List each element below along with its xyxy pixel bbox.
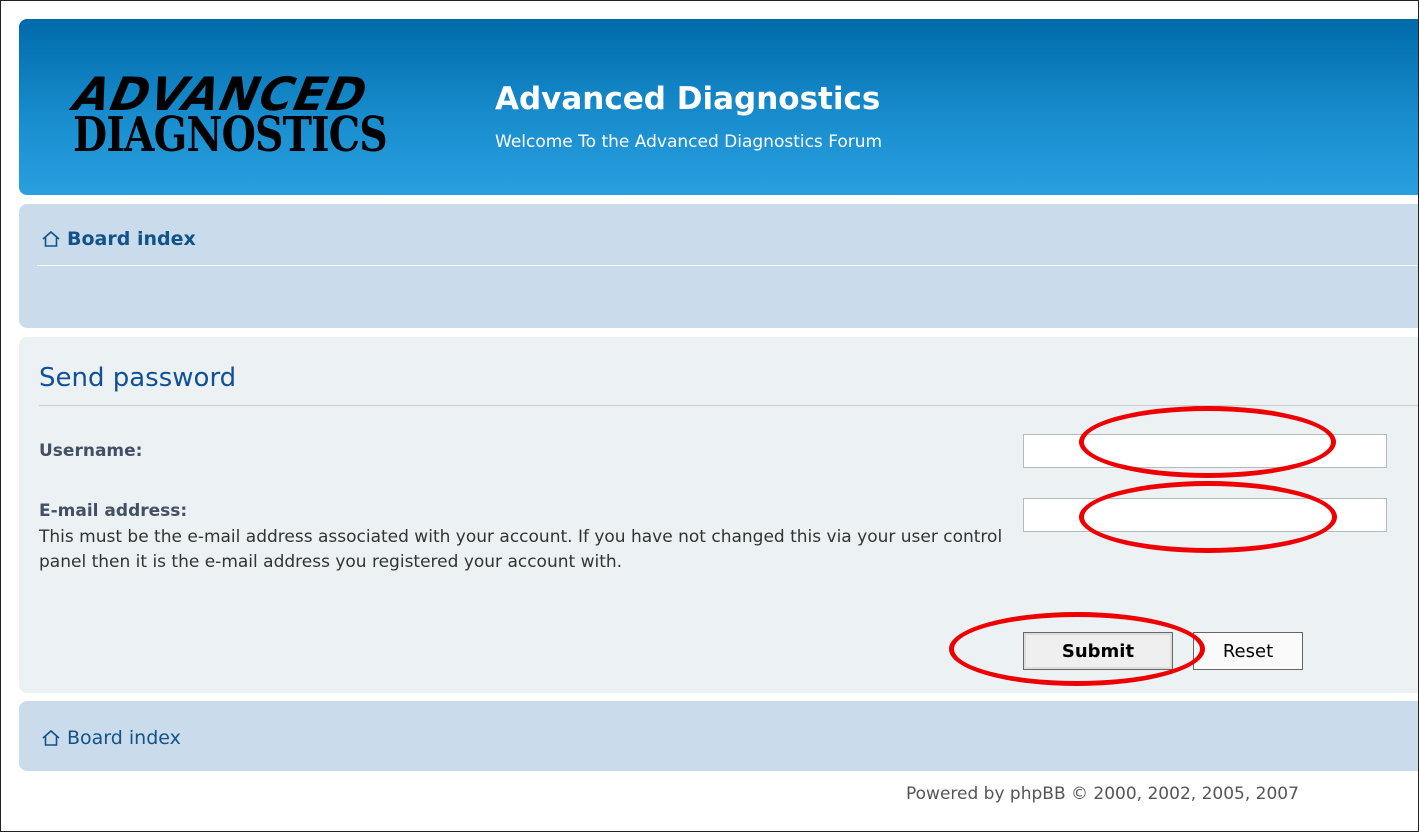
site-description: Welcome To the Advanced Diagnostics Foru… [495, 132, 883, 152]
annotation-ellipse-submit [949, 612, 1205, 686]
site-title: Advanced Diagnostics [495, 81, 881, 117]
breadcrumb-board-index[interactable]: Board index [67, 228, 196, 250]
breadcrumb[interactable]: Board index [41, 228, 196, 250]
username-label: Username: [39, 441, 143, 461]
form-heading: Send password [39, 363, 237, 393]
email-explain: This must be the e-mail address associat… [39, 527, 1003, 572]
reset-button[interactable]: Reset [1193, 632, 1303, 670]
site-header: ADVANCED DIAGNOSTICS Advanced Diagnostic… [19, 19, 1418, 195]
page-frame: ADVANCED DIAGNOSTICS Advanced Diagnostic… [0, 0, 1419, 832]
logo-text-bottom: DIAGNOSTICS [73, 107, 388, 163]
navbar: Board index [19, 204, 1418, 328]
footer-navbar: Board index [19, 701, 1418, 771]
navbar-divider [37, 265, 1417, 266]
footer-breadcrumb[interactable]: Board index [41, 727, 181, 749]
annotation-ellipse-email [1079, 481, 1337, 553]
annotation-ellipse-username [1079, 406, 1336, 478]
home-icon [42, 729, 60, 746]
home-icon [42, 230, 60, 247]
email-label: E-mail address: [39, 501, 188, 521]
copyright-text: Powered by phpBB © 2000, 2002, 2005, 200… [906, 784, 1299, 804]
site-logo[interactable]: ADVANCED DIAGNOSTICS [69, 67, 455, 171]
footer-breadcrumb-board-index[interactable]: Board index [67, 727, 181, 749]
